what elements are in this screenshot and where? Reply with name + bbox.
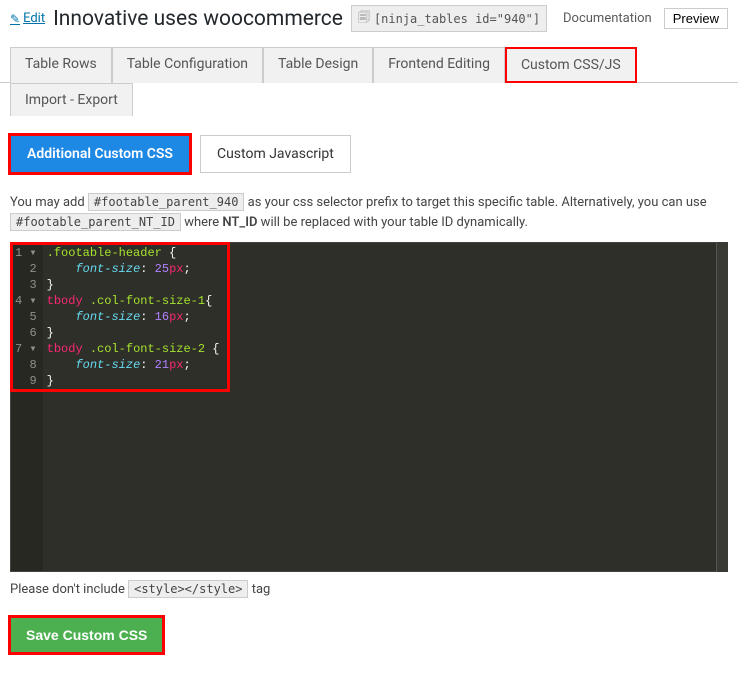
line-number: 7 ▾ [15,341,37,357]
code-editor[interactable]: 1 ▾2 3 4 ▾5 6 7 ▾8 9 .footable-header { … [10,242,728,572]
main-tabs-row2: Import - Export [0,82,738,115]
code-line[interactable]: } [47,277,723,293]
code-editor-wrap: 1 ▾2 3 4 ▾5 6 7 ▾8 9 .footable-header { … [10,242,728,572]
code-line[interactable]: font-size: 21px; [47,357,723,373]
edit-link[interactable]: ✎ Edit [10,11,45,26]
copy-icon: 🗐 [358,8,370,29]
page-title: Innovative uses woocommerce [53,7,343,31]
tab-import-export[interactable]: Import - Export [10,83,133,116]
code-line[interactable]: .footable-header { [47,245,723,261]
editor-scrollbar[interactable] [716,242,728,572]
tab-table-configuration[interactable]: Table Configuration [112,47,263,83]
line-number: 3 [15,277,37,293]
code-line[interactable]: font-size: 25px; [47,261,723,277]
main-tabs: Table Rows Table Configuration Table Des… [0,37,738,82]
code-line[interactable]: } [47,373,723,389]
line-number: 8 [15,357,37,373]
edit-label: Edit [23,11,45,26]
pencil-icon: ✎ [10,12,20,26]
line-number: 4 ▾ [15,293,37,309]
help-text: You may add #footable_parent_940 as your… [0,183,738,242]
save-custom-css-button[interactable]: Save Custom CSS [10,617,163,653]
code-line[interactable]: } [47,325,723,341]
documentation-link[interactable]: Documentation [563,11,652,26]
save-row: Save Custom CSS [0,607,738,663]
footer-help-text: Please don't include <style></style> tag [0,572,738,607]
selector-code-1: #footable_parent_940 [88,193,245,211]
subtab-additional-custom-css[interactable]: Additional Custom CSS [10,135,190,173]
sub-tabs: Additional Custom CSS Custom Javascript [0,115,738,183]
code-line[interactable]: font-size: 16px; [47,309,723,325]
tab-custom-css-js[interactable]: Custom CSS/JS [505,47,637,83]
editor-code[interactable]: .footable-header { font-size: 25px;}tbod… [43,243,727,571]
code-line[interactable]: tbody .col-font-size-1{ [47,293,723,309]
code-line[interactable]: tbody .col-font-size-2 { [47,341,723,357]
preview-button[interactable]: Preview [664,8,728,29]
tab-frontend-editing[interactable]: Frontend Editing [373,47,505,83]
line-number: 2 [15,261,37,277]
tab-table-design[interactable]: Table Design [263,47,373,83]
line-number: 9 [15,373,37,389]
editor-gutter: 1 ▾2 3 4 ▾5 6 7 ▾8 9 [11,243,43,571]
shortcode-box[interactable]: 🗐 [ninja_tables id="940"] [351,5,547,32]
subtab-custom-javascript[interactable]: Custom Javascript [200,135,351,173]
tab-table-rows[interactable]: Table Rows [10,47,112,83]
shortcode-text: [ninja_tables id="940"] [374,12,540,26]
header-right: Documentation Preview [563,8,728,29]
selector-code-2: #footable_parent_NT_ID [10,213,181,231]
line-number: 5 [15,309,37,325]
style-tag-code: <style></style> [128,580,248,598]
page-header: ✎ Edit Innovative uses woocommerce 🗐 [ni… [0,0,738,37]
line-number: 1 ▾ [15,245,37,261]
line-number: 6 [15,325,37,341]
